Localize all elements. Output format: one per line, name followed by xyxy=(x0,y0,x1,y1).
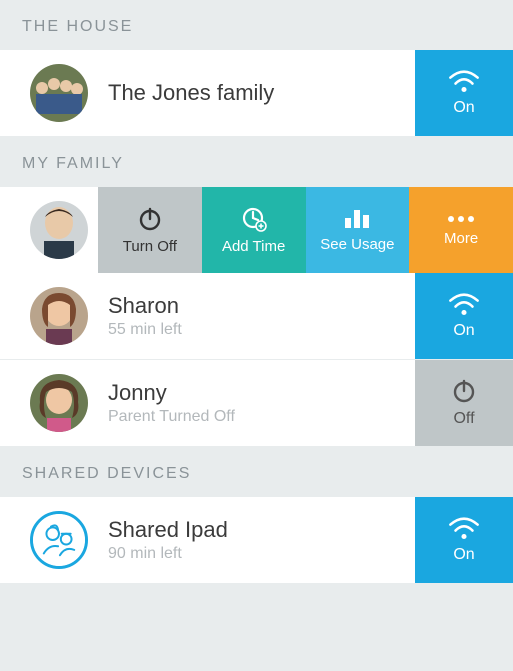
more-icon xyxy=(446,214,476,224)
action-turn-off-label: Turn Off xyxy=(123,238,177,255)
house-status-button[interactable]: On xyxy=(415,50,513,136)
section-header-family: MY FAMILY xyxy=(0,137,513,187)
avatar-family-0[interactable] xyxy=(30,201,88,259)
bar-chart-icon xyxy=(343,208,371,230)
action-see-usage[interactable]: See Usage xyxy=(306,187,410,273)
section-header-shared: SHARED DEVICES xyxy=(0,447,513,497)
action-see-usage-label: See Usage xyxy=(320,236,394,253)
shared-title: Shared Ipad xyxy=(108,517,415,543)
avatar-shared-0 xyxy=(30,511,88,569)
avatar-family-2 xyxy=(30,374,88,432)
family-status-label: On xyxy=(453,322,474,340)
family-member-row[interactable]: Jonny Parent Turned Off Off xyxy=(0,360,513,447)
shared-row-text: Shared Ipad 90 min left xyxy=(108,517,415,563)
family-row-text: Jonny Parent Turned Off xyxy=(108,380,415,426)
family-member-row[interactable]: Sharon 55 min left On xyxy=(0,273,513,360)
action-more-label: More xyxy=(444,230,478,247)
wifi-icon xyxy=(447,69,481,93)
avatar-house xyxy=(30,64,88,122)
shared-status-button[interactable]: On xyxy=(415,497,513,583)
action-more[interactable]: More xyxy=(409,187,513,273)
action-add-time-label: Add Time xyxy=(222,238,285,255)
house-status-label: On xyxy=(453,99,474,117)
shared-sub: 90 min left xyxy=(108,545,415,563)
house-row-text: The Jones family xyxy=(108,80,415,106)
family-title: Jonny xyxy=(108,380,415,406)
power-icon xyxy=(451,378,477,404)
action-add-time[interactable]: Add Time xyxy=(202,187,306,273)
family-status-button[interactable]: Off xyxy=(415,360,513,446)
wifi-icon xyxy=(447,292,481,316)
family-status-label: Off xyxy=(453,410,474,428)
family-status-button[interactable]: On xyxy=(415,273,513,359)
family-title: Sharon xyxy=(108,293,415,319)
section-header-house: THE HOUSE xyxy=(0,0,513,50)
family-row-text: Sharon 55 min left xyxy=(108,293,415,339)
family-member-row-expanded: Turn Off Add Time See Usage More xyxy=(0,187,513,273)
clock-add-icon xyxy=(241,206,267,232)
house-title: The Jones family xyxy=(108,80,415,106)
power-icon xyxy=(137,206,163,232)
action-turn-off[interactable]: Turn Off xyxy=(98,187,202,273)
shared-device-row[interactable]: Shared Ipad 90 min left On xyxy=(0,497,513,584)
wifi-icon xyxy=(447,516,481,540)
family-sub: Parent Turned Off xyxy=(108,408,415,426)
house-row[interactable]: The Jones family On xyxy=(0,50,513,137)
shared-status-label: On xyxy=(453,546,474,564)
family-sub: 55 min left xyxy=(108,321,415,339)
avatar-family-1 xyxy=(30,287,88,345)
